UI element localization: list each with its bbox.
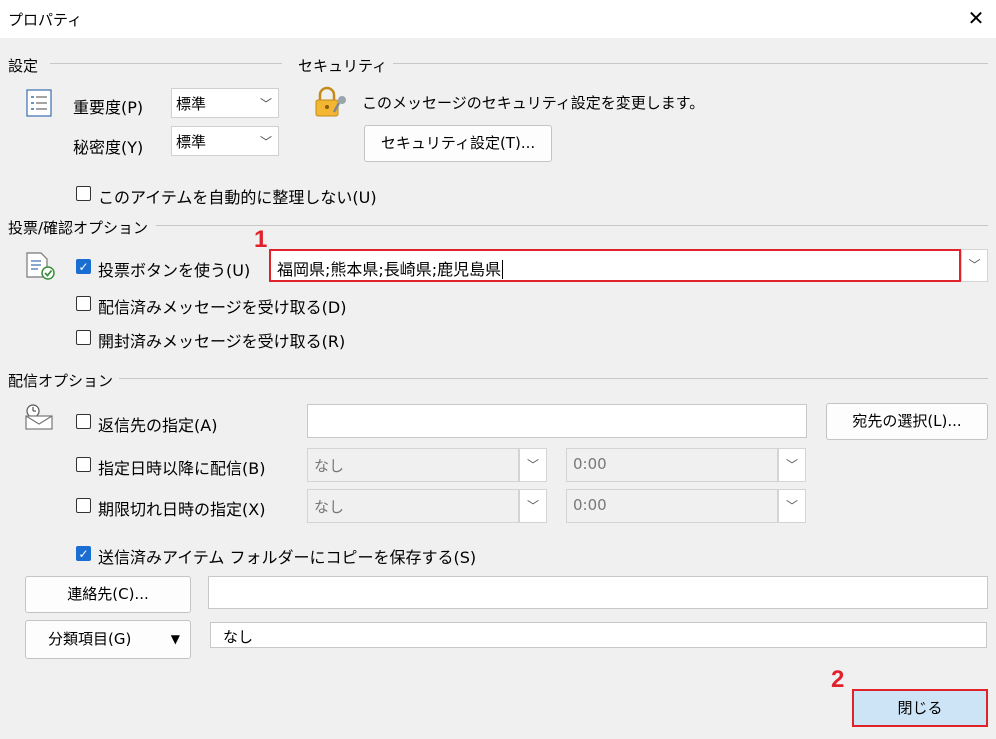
voting-document-icon — [26, 252, 55, 280]
importance-label: 重要度(P) — [73, 98, 144, 117]
importance-value: 標準 — [176, 95, 207, 113]
annotation-marker-1: 1 — [254, 226, 268, 253]
categories-button-label: 分類項目(G) — [48, 630, 132, 648]
lock-key-icon — [315, 86, 346, 117]
save-copy-checkbox[interactable]: ✓ — [76, 546, 91, 561]
voting-buttons-input[interactable]: 福岡県;熊本県;長崎県;鹿児島県 — [269, 249, 961, 282]
expires-checkbox[interactable] — [76, 498, 91, 513]
settings-divider — [50, 63, 282, 64]
deliver-after-date-field[interactable]: なし — [307, 448, 519, 482]
read-receipt-checkbox[interactable] — [76, 330, 91, 345]
importance-select[interactable]: 標準 ﹀ — [171, 88, 279, 118]
no-autoarchive-label: このアイテムを自動的に整理しない(U) — [98, 188, 377, 207]
window-title: プロパティ — [8, 11, 83, 29]
delivery-options-icon — [25, 404, 53, 430]
contacts-input[interactable] — [208, 576, 988, 609]
expires-date-dropdown[interactable]: ﹀ — [519, 489, 547, 523]
deliver-after-label: 指定日時以降に配信(B) — [98, 459, 266, 478]
security-divider — [376, 63, 988, 64]
reply-to-input[interactable] — [307, 404, 807, 438]
voting-dropdown-button[interactable]: ﹀ — [961, 249, 988, 282]
delivery-receipt-label: 配信済みメッセージを受け取る(D) — [98, 298, 347, 317]
security-message: このメッセージのセキュリティ設定を変更します。 — [362, 94, 705, 112]
settings-section-label: 設定 — [8, 55, 45, 76]
security-section-label: セキュリティ — [298, 55, 394, 76]
contacts-button[interactable]: 連絡先(C)... — [25, 576, 191, 613]
voting-section-label: 投票/確認オプション — [8, 217, 155, 238]
use-voting-label: 投票ボタンを使う(U) — [98, 261, 251, 280]
select-names-button[interactable]: 宛先の選択(L)... — [826, 403, 988, 440]
save-copy-label: 送信済みアイテム フォルダーにコピーを保存する(S) — [98, 548, 477, 567]
expires-time-dropdown[interactable]: ﹀ — [778, 489, 806, 523]
sensitivity-select[interactable]: 標準 ﹀ — [171, 126, 279, 156]
deliver-after-time-dropdown[interactable]: ﹀ — [778, 448, 806, 482]
chevron-down-icon: ﹀ — [526, 458, 539, 472]
chevron-down-icon: ﹀ — [259, 135, 272, 149]
title-bar — [0, 0, 996, 38]
sensitivity-value: 標準 — [176, 133, 207, 151]
no-autoarchive-checkbox[interactable] — [76, 186, 91, 201]
list-settings-icon — [26, 89, 52, 117]
chevron-down-icon: ﹀ — [526, 499, 539, 513]
chevron-down-icon: ﹀ — [259, 97, 272, 111]
security-settings-button[interactable]: セキュリティ設定(T)... — [364, 125, 552, 162]
delivery-section-label: 配信オプション — [8, 370, 120, 391]
deliver-after-date-dropdown[interactable]: ﹀ — [519, 448, 547, 482]
expires-date-field[interactable]: なし — [307, 489, 519, 523]
close-icon[interactable]: ✕ — [963, 4, 989, 32]
chevron-down-icon: ﹀ — [785, 499, 798, 513]
expires-label: 期限切れ日時の指定(X) — [98, 500, 266, 519]
delivery-divider — [114, 378, 988, 379]
categories-button[interactable]: 分類項目(G) ▼ — [25, 620, 191, 659]
delivery-receipt-checkbox[interactable] — [76, 296, 91, 311]
read-receipt-label: 開封済みメッセージを受け取る(R) — [98, 332, 346, 351]
voting-buttons-value: 福岡県;熊本県;長崎県;鹿児島県 — [277, 260, 502, 279]
text-cursor — [502, 260, 504, 279]
annotation-marker-2: 2 — [831, 666, 845, 693]
chevron-down-icon: ﹀ — [968, 258, 981, 272]
reply-to-label: 返信先の指定(A) — [98, 416, 218, 435]
voting-divider — [156, 225, 988, 226]
close-button[interactable]: 閉じる — [852, 689, 988, 727]
deliver-after-checkbox[interactable] — [76, 457, 91, 472]
chevron-down-icon: ﹀ — [785, 458, 798, 472]
deliver-after-time-field[interactable]: 0:00 — [566, 448, 778, 482]
sensitivity-label: 秘密度(Y) — [73, 138, 144, 157]
categories-field: なし — [210, 622, 987, 648]
expires-time-field[interactable]: 0:00 — [566, 489, 778, 523]
triangle-down-icon: ▼ — [170, 632, 180, 646]
use-voting-checkbox[interactable]: ✓ — [76, 259, 91, 274]
reply-to-checkbox[interactable] — [76, 414, 91, 429]
